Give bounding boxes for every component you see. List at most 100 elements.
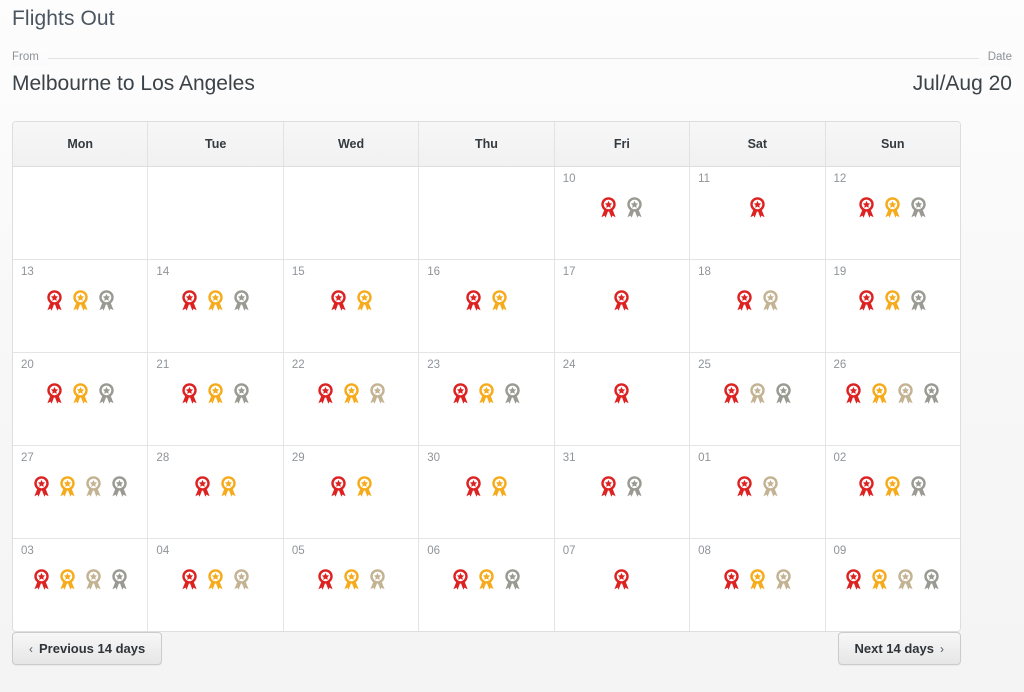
calendar-day-cell[interactable]: 19: [825, 260, 960, 352]
award-ribbon-tan-icon[interactable]: [85, 569, 102, 590]
award-ribbon-red-icon[interactable]: [465, 290, 482, 311]
calendar-day-cell[interactable]: 15: [283, 260, 420, 352]
award-ribbon-red-icon[interactable]: [736, 476, 753, 497]
award-ribbon-gray-icon[interactable]: [111, 569, 128, 590]
calendar-day-cell[interactable]: 03: [13, 539, 149, 631]
award-ribbon-orange-icon[interactable]: [491, 290, 508, 311]
award-ribbon-red-icon[interactable]: [858, 476, 875, 497]
calendar-day-cell[interactable]: 02: [825, 446, 960, 538]
award-ribbon-red-icon[interactable]: [600, 476, 617, 497]
award-ribbon-gray-icon[interactable]: [910, 290, 927, 311]
award-ribbon-orange-icon[interactable]: [884, 476, 901, 497]
award-ribbon-orange-icon[interactable]: [478, 383, 495, 404]
calendar-day-cell[interactable]: 28: [148, 446, 284, 538]
award-ribbon-red-icon[interactable]: [845, 569, 862, 590]
award-ribbon-red-icon[interactable]: [452, 383, 469, 404]
award-ribbon-gray-icon[interactable]: [98, 383, 115, 404]
award-ribbon-gray-icon[interactable]: [626, 197, 643, 218]
award-ribbon-orange-icon[interactable]: [871, 569, 888, 590]
award-ribbon-tan-icon[interactable]: [775, 569, 792, 590]
award-ribbon-orange-icon[interactable]: [207, 290, 224, 311]
award-ribbon-red-icon[interactable]: [845, 383, 862, 404]
next-14-days-button[interactable]: Next 14 days ›: [837, 632, 961, 665]
calendar-day-cell[interactable]: 11: [690, 167, 826, 259]
calendar-day-cell[interactable]: 27: [13, 446, 149, 538]
award-ribbon-red-icon[interactable]: [613, 290, 630, 311]
award-ribbon-orange-icon[interactable]: [59, 476, 76, 497]
award-ribbon-tan-icon[interactable]: [233, 569, 250, 590]
award-ribbon-red-icon[interactable]: [613, 383, 630, 404]
calendar-day-cell[interactable]: 30: [419, 446, 555, 538]
award-ribbon-red-icon[interactable]: [858, 290, 875, 311]
award-ribbon-orange-icon[interactable]: [72, 383, 89, 404]
award-ribbon-red-icon[interactable]: [330, 290, 347, 311]
award-ribbon-orange-icon[interactable]: [220, 476, 237, 497]
calendar-day-cell[interactable]: 01: [690, 446, 826, 538]
award-ribbon-gray-icon[interactable]: [775, 383, 792, 404]
award-ribbon-red-icon[interactable]: [194, 476, 211, 497]
award-ribbon-gray-icon[interactable]: [910, 197, 927, 218]
award-ribbon-red-icon[interactable]: [723, 383, 740, 404]
calendar-day-cell[interactable]: 25: [690, 353, 826, 445]
award-ribbon-red-icon[interactable]: [452, 569, 469, 590]
calendar-day-cell[interactable]: 12: [825, 167, 960, 259]
calendar-day-cell[interactable]: 09: [825, 539, 960, 631]
award-ribbon-orange-icon[interactable]: [72, 290, 89, 311]
calendar-day-cell[interactable]: 24: [554, 353, 691, 445]
award-ribbon-red-icon[interactable]: [858, 197, 875, 218]
award-ribbon-tan-icon[interactable]: [762, 476, 779, 497]
calendar-day-cell[interactable]: 05: [283, 539, 420, 631]
calendar-day-cell[interactable]: 04: [148, 539, 284, 631]
award-ribbon-orange-icon[interactable]: [356, 290, 373, 311]
award-ribbon-red-icon[interactable]: [600, 197, 617, 218]
award-ribbon-orange-icon[interactable]: [884, 290, 901, 311]
award-ribbon-orange-icon[interactable]: [478, 569, 495, 590]
award-ribbon-orange-icon[interactable]: [207, 383, 224, 404]
award-ribbon-gray-icon[interactable]: [504, 569, 521, 590]
calendar-day-cell[interactable]: 23: [419, 353, 555, 445]
calendar-day-cell[interactable]: 17: [554, 260, 691, 352]
award-ribbon-orange-icon[interactable]: [749, 569, 766, 590]
award-ribbon-gray-icon[interactable]: [233, 290, 250, 311]
award-ribbon-red-icon[interactable]: [465, 476, 482, 497]
award-ribbon-tan-icon[interactable]: [897, 569, 914, 590]
award-ribbon-tan-icon[interactable]: [85, 476, 102, 497]
award-ribbon-red-icon[interactable]: [317, 569, 334, 590]
calendar-day-cell[interactable]: 06: [419, 539, 555, 631]
calendar-day-cell[interactable]: 21: [148, 353, 284, 445]
calendar-day-cell[interactable]: 10: [554, 167, 691, 259]
award-ribbon-red-icon[interactable]: [46, 383, 63, 404]
calendar-day-cell[interactable]: 16: [419, 260, 555, 352]
award-ribbon-orange-icon[interactable]: [491, 476, 508, 497]
award-ribbon-tan-icon[interactable]: [749, 383, 766, 404]
award-ribbon-red-icon[interactable]: [613, 569, 630, 590]
award-ribbon-tan-icon[interactable]: [369, 383, 386, 404]
calendar-day-cell[interactable]: 18: [690, 260, 826, 352]
calendar-day-cell[interactable]: 26: [825, 353, 960, 445]
award-ribbon-red-icon[interactable]: [181, 569, 198, 590]
calendar-day-cell[interactable]: 14: [148, 260, 284, 352]
award-ribbon-red-icon[interactable]: [749, 197, 766, 218]
award-ribbon-tan-icon[interactable]: [762, 290, 779, 311]
calendar-day-cell[interactable]: 07: [554, 539, 691, 631]
award-ribbon-red-icon[interactable]: [181, 290, 198, 311]
calendar-day-cell[interactable]: 08: [690, 539, 826, 631]
award-ribbon-red-icon[interactable]: [330, 476, 347, 497]
previous-14-days-button[interactable]: ‹ Previous 14 days: [12, 632, 163, 665]
calendar-day-cell[interactable]: 31: [554, 446, 691, 538]
award-ribbon-red-icon[interactable]: [736, 290, 753, 311]
award-ribbon-red-icon[interactable]: [33, 569, 50, 590]
award-ribbon-orange-icon[interactable]: [343, 569, 360, 590]
award-ribbon-red-icon[interactable]: [317, 383, 334, 404]
award-ribbon-gray-icon[interactable]: [923, 569, 940, 590]
award-ribbon-orange-icon[interactable]: [871, 383, 888, 404]
award-ribbon-orange-icon[interactable]: [207, 569, 224, 590]
award-ribbon-red-icon[interactable]: [46, 290, 63, 311]
award-ribbon-gray-icon[interactable]: [98, 290, 115, 311]
award-ribbon-tan-icon[interactable]: [897, 383, 914, 404]
award-ribbon-gray-icon[interactable]: [504, 383, 521, 404]
award-ribbon-orange-icon[interactable]: [343, 383, 360, 404]
award-ribbon-orange-icon[interactable]: [59, 569, 76, 590]
award-ribbon-red-icon[interactable]: [723, 569, 740, 590]
award-ribbon-gray-icon[interactable]: [626, 476, 643, 497]
